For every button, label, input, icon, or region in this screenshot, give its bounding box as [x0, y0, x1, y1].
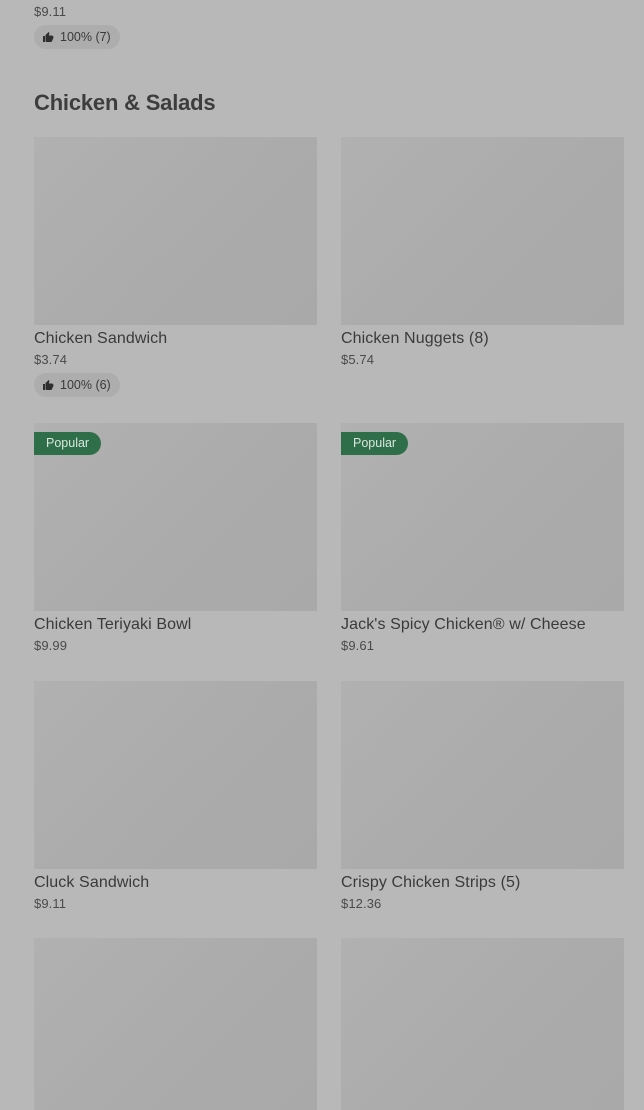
item-name: Chicken Sandwich	[34, 330, 168, 347]
item-image[interactable]	[341, 938, 624, 1110]
item-name: Chicken Teriyaki Bowl	[34, 616, 192, 633]
rating-badge: 100% (6)	[34, 373, 120, 397]
item-name: Crispy Chicken Strips (5)	[341, 874, 521, 891]
item-name: Cluck Sandwich	[34, 874, 150, 891]
item-price: $5.74	[341, 352, 375, 367]
item-price: $9.99	[34, 638, 68, 653]
item-image[interactable]: Popular	[34, 423, 317, 611]
menu-item-card[interactable]: Popular Jack's Spicy Chicken® w/ Cheese …	[341, 423, 624, 653]
item-price: $9.11	[34, 896, 67, 911]
thumbs-up-icon	[43, 380, 54, 390]
thumbs-up-icon	[43, 32, 54, 42]
popular-badge: Popular	[34, 432, 102, 455]
rating-text: 100% (7)	[60, 30, 111, 44]
menu-item-card[interactable]: Cluck Sandwich $9.11	[34, 681, 317, 911]
item-image[interactable]	[341, 137, 624, 325]
rating-badge: 100% (7)	[34, 25, 120, 49]
item-image[interactable]	[341, 681, 624, 869]
item-price: $3.74	[34, 352, 68, 367]
menu-item-card[interactable]: Chicken Sandwich $3.74 100% (6)	[34, 137, 317, 397]
item-price: $9.11	[34, 4, 67, 19]
rating-text: 100% (6)	[60, 378, 111, 392]
popular-badge: Popular	[341, 432, 409, 455]
item-price: $9.61	[341, 638, 375, 653]
section-title: Chicken & Salads	[34, 90, 216, 115]
menu-item-card[interactable]: Chicken Nuggets (8) $5.74	[341, 137, 624, 367]
item-image[interactable]	[34, 938, 317, 1110]
item-name: Chicken Nuggets (8)	[341, 330, 489, 347]
menu-item-card[interactable]: Popular Chicken Teriyaki Bowl $9.99	[34, 423, 317, 653]
item-image[interactable]	[34, 681, 317, 869]
item-price: $12.36	[341, 896, 382, 911]
item-image[interactable]	[34, 137, 317, 325]
item-name: Jack's Spicy Chicken® w/ Cheese	[341, 616, 586, 633]
menu-item-card[interactable]	[34, 938, 317, 1110]
item-image[interactable]: Popular	[341, 423, 624, 611]
menu-item-card[interactable]: Crispy Chicken Strips (5) $12.36	[341, 681, 624, 911]
menu-item-card[interactable]	[341, 938, 624, 1110]
